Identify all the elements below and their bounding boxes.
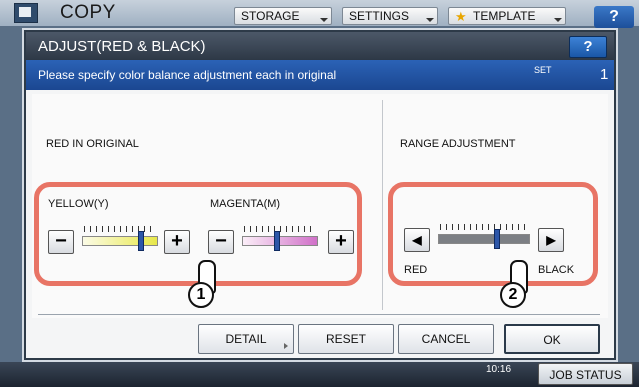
storage-button[interactable]: STORAGE bbox=[234, 7, 332, 25]
magenta-slider[interactable] bbox=[242, 224, 318, 254]
copy-app-icon bbox=[14, 3, 38, 23]
yellow-label: YELLOW(Y) bbox=[48, 198, 109, 210]
dialog-content: RED IN ORIGINAL YELLOW(Y) MAGENTA(M) − +… bbox=[32, 94, 608, 318]
help-top-button[interactable]: ? bbox=[594, 6, 634, 28]
job-status-button[interactable]: JOB STATUS bbox=[538, 363, 633, 385]
black-end-label: BLACK bbox=[538, 264, 575, 276]
dialog-title-bar: ADJUST(RED & BLACK) ? bbox=[26, 32, 614, 60]
range-left-arrow-button[interactable]: ◀ bbox=[404, 228, 430, 252]
magenta-slider-ticks bbox=[244, 226, 316, 232]
detail-button[interactable]: DETAIL bbox=[198, 324, 294, 354]
red-in-original-heading: RED IN ORIGINAL bbox=[46, 138, 139, 150]
yellow-slider-ticks bbox=[84, 226, 156, 232]
submenu-indicator-icon bbox=[284, 343, 288, 349]
red-end-label: RED bbox=[404, 264, 428, 276]
magenta-plus-button[interactable]: + bbox=[328, 230, 354, 254]
dialog-help-button[interactable]: ? bbox=[569, 36, 607, 58]
yellow-slider-track bbox=[82, 236, 158, 246]
detail-label: DETAIL bbox=[225, 332, 267, 346]
dropdown-indicator-icon bbox=[554, 18, 562, 22]
settings-button[interactable]: SETTINGS bbox=[342, 7, 438, 25]
touch-hand-icon: 1 bbox=[182, 260, 222, 310]
clock-time: 10:16 bbox=[486, 364, 512, 375]
set-label: SET bbox=[534, 65, 552, 75]
instruction-message: Please specify color balance adjustment … bbox=[38, 68, 337, 82]
touch-hand-icon: 2 bbox=[494, 260, 534, 310]
yellow-minus-button[interactable]: − bbox=[48, 230, 74, 254]
template-label: TEMPLATE bbox=[473, 9, 536, 23]
yellow-plus-button[interactable]: + bbox=[164, 230, 190, 254]
dropdown-indicator-icon bbox=[426, 18, 434, 22]
range-right-arrow-button[interactable]: ▶ bbox=[538, 228, 564, 252]
dropdown-indicator-icon bbox=[320, 18, 328, 22]
magenta-minus-button[interactable]: − bbox=[208, 230, 234, 254]
cancel-button[interactable]: CANCEL bbox=[398, 324, 494, 354]
yellow-slider[interactable] bbox=[82, 224, 158, 254]
range-slider-thumb[interactable] bbox=[494, 229, 500, 249]
range-slider[interactable] bbox=[438, 222, 530, 252]
callout-number-2: 2 bbox=[500, 282, 526, 308]
template-button[interactable]: ★ TEMPLATE bbox=[448, 7, 566, 25]
adjust-red-black-dialog: ADJUST(RED & BLACK) ? Please specify col… bbox=[24, 30, 616, 360]
dialog-title: ADJUST(RED & BLACK) bbox=[38, 38, 206, 55]
set-number: 1 bbox=[600, 66, 609, 83]
message-bar: Please specify color balance adjustment … bbox=[26, 60, 614, 90]
range-slider-track bbox=[438, 234, 530, 244]
settings-label: SETTINGS bbox=[349, 9, 410, 23]
range-slider-ticks bbox=[440, 224, 528, 230]
app-title: COPY bbox=[60, 2, 116, 23]
magenta-slider-thumb[interactable] bbox=[274, 231, 280, 251]
callout-number-1: 1 bbox=[188, 282, 214, 308]
ok-button[interactable]: OK bbox=[504, 324, 600, 354]
magenta-slider-track bbox=[242, 236, 318, 246]
footer-divider bbox=[38, 314, 600, 315]
star-icon: ★ bbox=[455, 9, 467, 24]
range-adjustment-heading: RANGE ADJUSTMENT bbox=[400, 138, 516, 150]
storage-label: STORAGE bbox=[241, 9, 300, 23]
magenta-label: MAGENTA(M) bbox=[210, 198, 281, 210]
reset-button[interactable]: RESET bbox=[298, 324, 394, 354]
section-divider bbox=[382, 100, 383, 310]
yellow-slider-thumb[interactable] bbox=[138, 231, 144, 251]
